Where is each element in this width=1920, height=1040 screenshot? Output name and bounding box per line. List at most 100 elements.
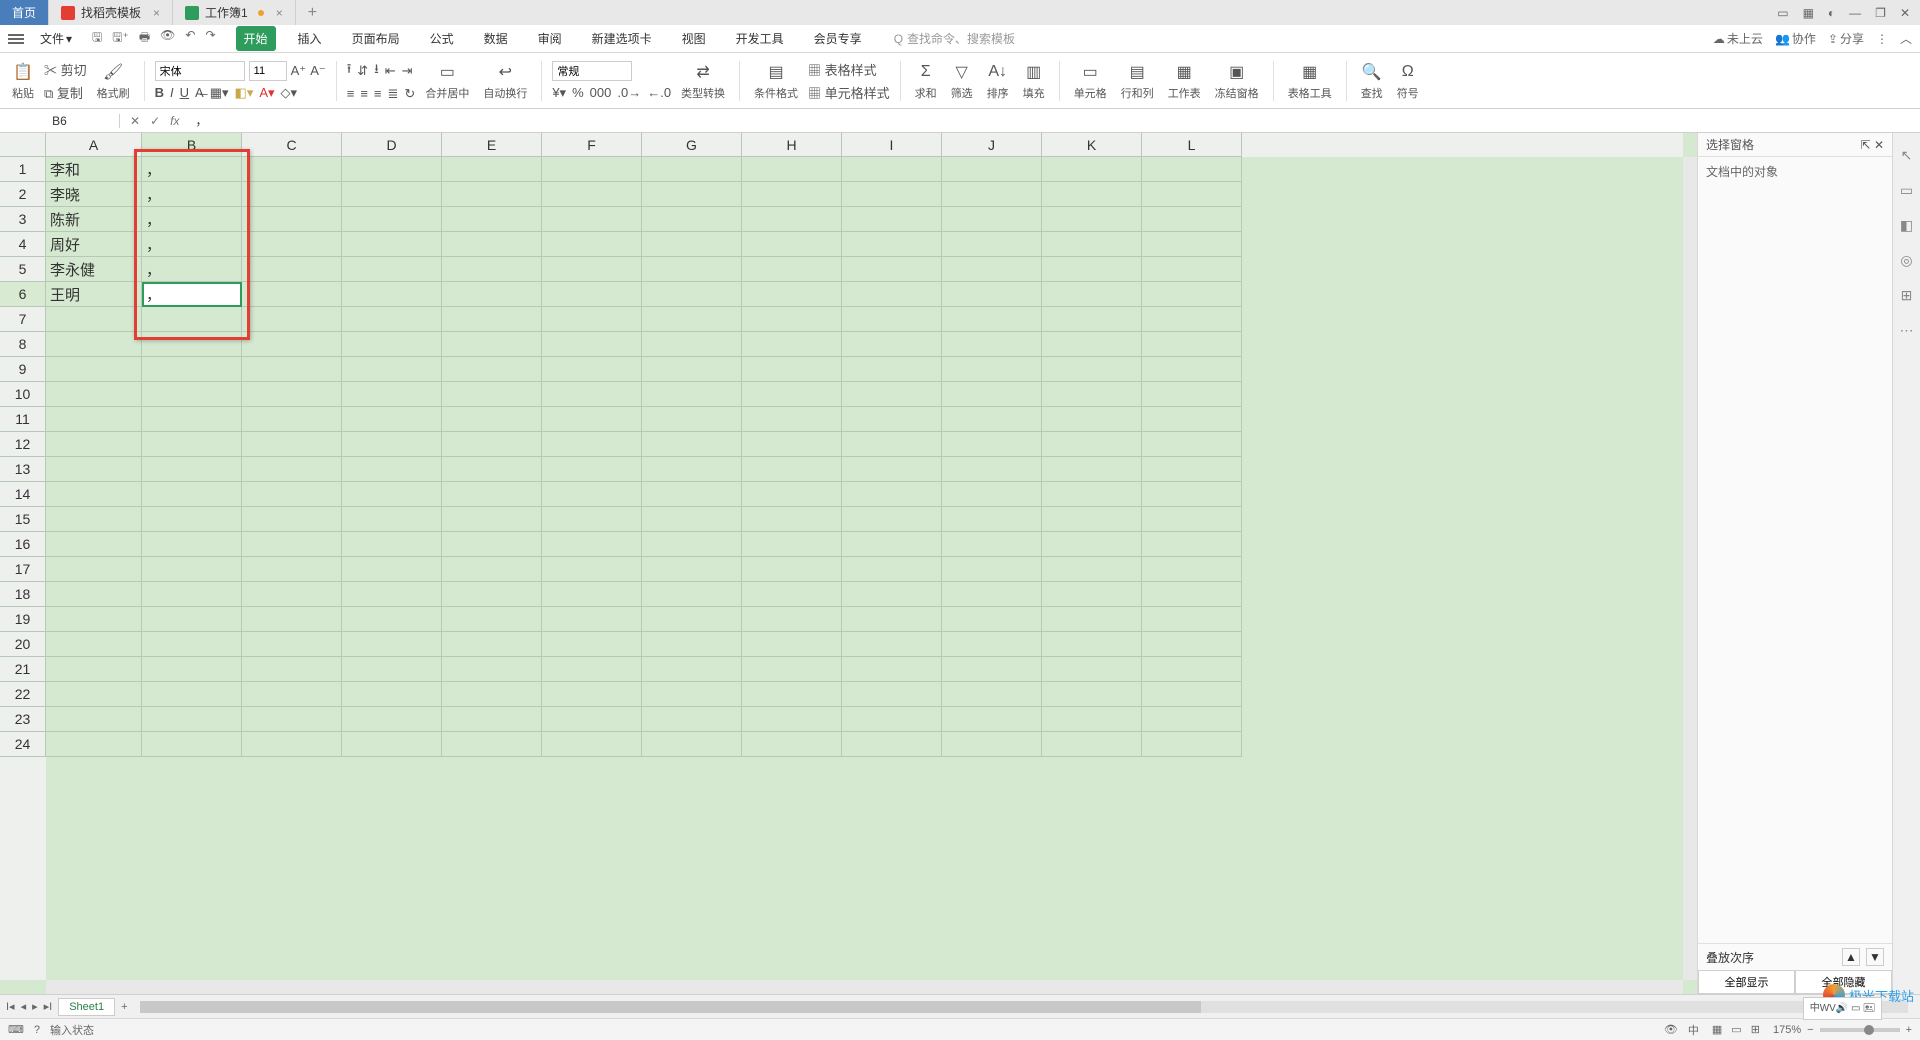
more-icon[interactable]: ⋮	[1876, 32, 1888, 46]
move-down-icon[interactable]: ▼	[1866, 948, 1884, 966]
row-header-8[interactable]: 8	[0, 332, 46, 357]
cell-C21[interactable]	[242, 657, 342, 682]
cell-F3[interactable]	[542, 207, 642, 232]
cell-L2[interactable]	[1142, 182, 1242, 207]
align-middle-icon[interactable]: ⇵	[357, 63, 368, 79]
cell-button[interactable]: ▭单元格	[1070, 61, 1111, 101]
col-header-E[interactable]: E	[442, 133, 542, 157]
cell-G15[interactable]	[642, 507, 742, 532]
row-header-7[interactable]: 7	[0, 307, 46, 332]
cell-K3[interactable]	[1042, 207, 1142, 232]
cell-I11[interactable]	[842, 407, 942, 432]
cell-I20[interactable]	[842, 632, 942, 657]
cell-style-button[interactable]: ▦ 单元格样式	[808, 83, 890, 102]
command-search[interactable]: Q 查找命令、搜索模板	[894, 30, 1015, 47]
cell-L10[interactable]	[1142, 382, 1242, 407]
cell-C7[interactable]	[242, 307, 342, 332]
pin-icon[interactable]: ⇱	[1861, 138, 1871, 152]
cell-C23[interactable]	[242, 707, 342, 732]
cell-G4[interactable]	[642, 232, 742, 257]
cell-J3[interactable]	[942, 207, 1042, 232]
cell-A24[interactable]	[46, 732, 142, 757]
font-name-select[interactable]	[155, 61, 245, 81]
cell-A11[interactable]	[46, 407, 142, 432]
cell-J13[interactable]	[942, 457, 1042, 482]
cloud-status[interactable]: ☁未上云	[1713, 30, 1763, 47]
italic-icon[interactable]: I	[170, 85, 174, 100]
file-menu[interactable]: 文件▾	[34, 30, 78, 47]
cell-G22[interactable]	[642, 682, 742, 707]
cell-L17[interactable]	[1142, 557, 1242, 582]
cell-K20[interactable]	[1042, 632, 1142, 657]
tab-template[interactable]: 找稻壳模板 ×	[49, 0, 173, 25]
col-header-B[interactable]: B	[142, 133, 242, 157]
view-page-icon[interactable]: ▭	[1731, 1024, 1741, 1036]
cell-C11[interactable]	[242, 407, 342, 432]
cell-H15[interactable]	[742, 507, 842, 532]
cell-G5[interactable]	[642, 257, 742, 282]
find-button[interactable]: 🔍查找	[1357, 61, 1387, 101]
cell-B1[interactable]: ，	[142, 157, 242, 182]
row-header-3[interactable]: 3	[0, 207, 46, 232]
cell-G11[interactable]	[642, 407, 742, 432]
col-header-A[interactable]: A	[46, 133, 142, 157]
cell-I15[interactable]	[842, 507, 942, 532]
cell-B7[interactable]	[142, 307, 242, 332]
tab-member[interactable]: 会员专享	[806, 26, 870, 51]
cell-A7[interactable]	[46, 307, 142, 332]
cell-H3[interactable]	[742, 207, 842, 232]
col-header-I[interactable]: I	[842, 133, 942, 157]
cell-L24[interactable]	[1142, 732, 1242, 757]
cell-G18[interactable]	[642, 582, 742, 607]
cell-K2[interactable]	[1042, 182, 1142, 207]
cell-J22[interactable]	[942, 682, 1042, 707]
cell-E5[interactable]	[442, 257, 542, 282]
cell-G8[interactable]	[642, 332, 742, 357]
cell-I18[interactable]	[842, 582, 942, 607]
cell-G13[interactable]	[642, 457, 742, 482]
cell-J16[interactable]	[942, 532, 1042, 557]
row-header-5[interactable]: 5	[0, 257, 46, 282]
indent-dec-icon[interactable]: ⇤	[385, 63, 396, 79]
cell-J12[interactable]	[942, 432, 1042, 457]
cell-E17[interactable]	[442, 557, 542, 582]
sheet-nav-next-icon[interactable]: ▸	[32, 1000, 38, 1013]
tab-custom[interactable]: 新建选项卡	[584, 26, 660, 51]
col-header-K[interactable]: K	[1042, 133, 1142, 157]
tab-data[interactable]: 数据	[476, 26, 516, 51]
cell-D22[interactable]	[342, 682, 442, 707]
symbol-button[interactable]: Ω符号	[1393, 61, 1423, 101]
cell-G3[interactable]	[642, 207, 742, 232]
fill-button[interactable]: ▥填充	[1019, 61, 1049, 101]
cell-K15[interactable]	[1042, 507, 1142, 532]
fill-color-icon[interactable]: ◧▾	[235, 85, 254, 101]
cell-F21[interactable]	[542, 657, 642, 682]
cell-B6[interactable]: ，	[142, 282, 242, 307]
cell-L11[interactable]	[1142, 407, 1242, 432]
eye-icon[interactable]: 👁	[1664, 1023, 1678, 1036]
row-header-11[interactable]: 11	[0, 407, 46, 432]
zoom-value[interactable]: 175%	[1773, 1024, 1801, 1036]
cell-E24[interactable]	[442, 732, 542, 757]
cell-K21[interactable]	[1042, 657, 1142, 682]
sort-button[interactable]: A↓排序	[983, 61, 1013, 101]
cell-F16[interactable]	[542, 532, 642, 557]
cell-L13[interactable]	[1142, 457, 1242, 482]
cell-E1[interactable]	[442, 157, 542, 182]
cell-F4[interactable]	[542, 232, 642, 257]
cell-F1[interactable]	[542, 157, 642, 182]
cell-D20[interactable]	[342, 632, 442, 657]
cell-D15[interactable]	[342, 507, 442, 532]
cell-L19[interactable]	[1142, 607, 1242, 632]
tab-workbook[interactable]: 工作簿1 ×	[173, 0, 296, 25]
cell-B10[interactable]	[142, 382, 242, 407]
bold-icon[interactable]: B	[155, 85, 164, 100]
table-tools-button[interactable]: ▦表格工具	[1284, 61, 1336, 101]
cell-F24[interactable]	[542, 732, 642, 757]
minimize-icon[interactable]: —	[1849, 6, 1861, 20]
cell-A1[interactable]: 李和	[46, 157, 142, 182]
cell-E9[interactable]	[442, 357, 542, 382]
cell-H16[interactable]	[742, 532, 842, 557]
cell-B15[interactable]	[142, 507, 242, 532]
cell-I2[interactable]	[842, 182, 942, 207]
